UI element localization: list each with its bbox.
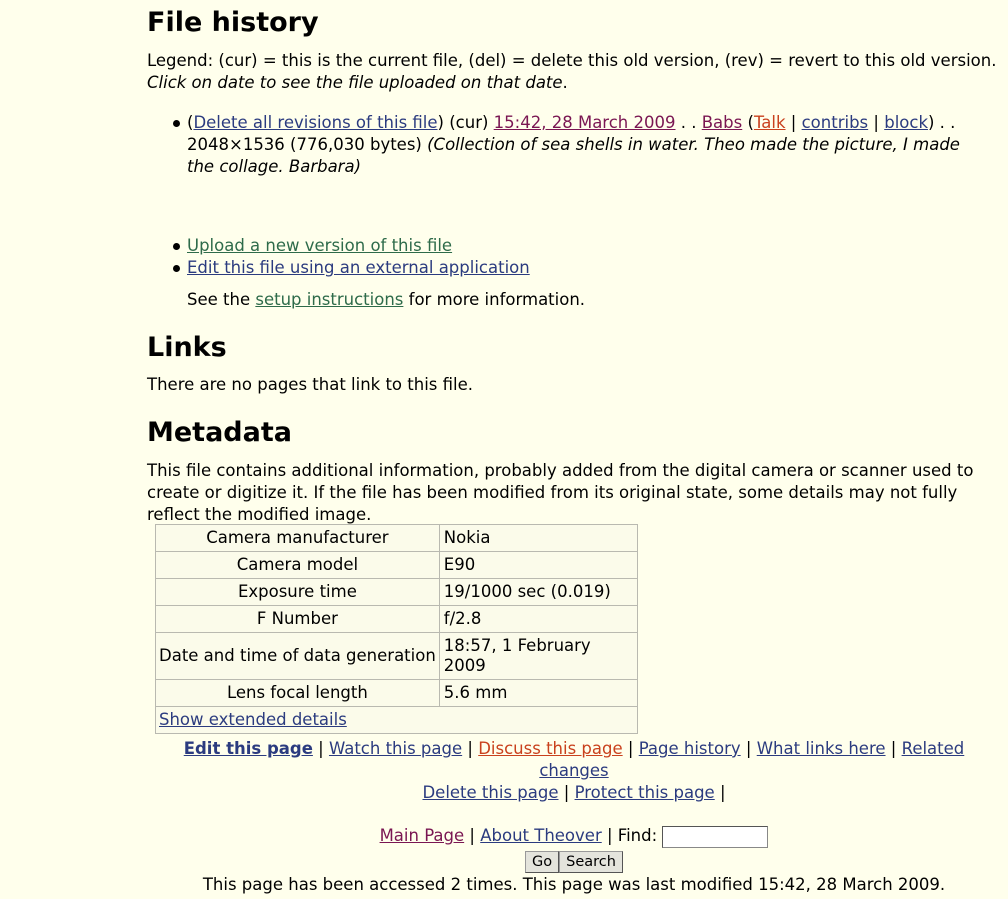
hint-paragraph: Click on date to see the file uploaded o… <box>147 72 568 94</box>
upload-new-version-link[interactable]: Upload a new version of this file <box>187 236 452 255</box>
links-text: There are no pages that link to this fil… <box>147 375 473 394</box>
table-row: Date and time of data generation 18:57, … <box>155 632 638 680</box>
show-extended-details-link[interactable]: Show extended details <box>159 710 347 729</box>
pipe: | <box>885 739 902 758</box>
pipe: | <box>558 783 575 802</box>
metadata-table: Camera manufacturer Nokia Camera model E… <box>155 524 638 734</box>
legend-text: Legend: (cur) = this is the current file… <box>147 51 997 70</box>
setup-instructions-link[interactable]: setup instructions <box>255 290 403 309</box>
links-heading: Links <box>147 332 227 363</box>
table-row: Show extended details <box>155 706 638 734</box>
metadata-value: 5.6 mm <box>438 679 638 707</box>
paren-open-2: ( <box>742 113 754 132</box>
search-button[interactable]: Search <box>559 850 623 873</box>
user-contribs-link[interactable]: contribs <box>802 113 869 132</box>
pipe: | <box>462 739 479 758</box>
find-input[interactable] <box>662 825 769 848</box>
metadata-value: 19/1000 sec (0.019) <box>438 578 638 606</box>
metadata-value: E90 <box>438 551 638 579</box>
page-history-link[interactable]: Page history <box>639 739 741 758</box>
setup-suffix: for more information. <box>403 290 586 309</box>
pipe: | <box>740 739 757 758</box>
show-extended-cell: Show extended details <box>155 706 638 734</box>
go-button[interactable]: Go <box>525 850 560 873</box>
pipe: | <box>714 783 726 802</box>
delete-all-revisions-link[interactable]: Delete all revisions of this file <box>193 113 437 132</box>
metadata-heading: Metadata <box>147 417 292 448</box>
upload-new-version-item: Upload a new version of this file <box>147 235 530 257</box>
access-text: This page has been accessed 2 times. Thi… <box>202 875 946 894</box>
pipe: | <box>312 739 329 758</box>
file-history-heading: File history <box>147 7 319 38</box>
pipe: | <box>622 739 639 758</box>
setup-prefix: See the <box>187 290 256 309</box>
user-link[interactable]: Babs <box>702 113 743 132</box>
table-row: Exposure time 19/1000 sec (0.019) <box>155 578 638 606</box>
entry-close: ) . . <box>928 113 956 132</box>
watch-page-link[interactable]: Watch this page <box>329 739 462 758</box>
edit-page-link[interactable]: Edit this page <box>184 739 313 758</box>
metadata-key: Date and time of data generation <box>155 632 440 680</box>
search-buttons: Go Search <box>140 850 1008 873</box>
entry-separator: . . <box>675 113 702 132</box>
metadata-key: Camera manufacturer <box>155 524 440 552</box>
delete-page-link[interactable]: Delete this page <box>422 783 558 802</box>
table-row: F Number f/2.8 <box>155 605 638 633</box>
metadata-intro: This file contains additional informatio… <box>147 461 974 524</box>
hint-period: . <box>562 73 568 92</box>
user-block-link[interactable]: block <box>884 113 928 132</box>
protect-page-link[interactable]: Protect this page <box>575 783 715 802</box>
metadata-key: Camera model <box>155 551 440 579</box>
pipe: | <box>601 826 618 845</box>
pipe: | <box>464 826 481 845</box>
table-row: Lens focal length 5.6 mm <box>155 679 638 707</box>
file-history-entry: ( Delete all revisions of this file) (cur… <box>147 112 987 178</box>
page-footer-actions: Edit this page | Watch this page | Discu… <box>140 738 1008 804</box>
setup-instructions-text: See the setup instructions for more info… <box>187 289 585 311</box>
metadata-value: f/2.8 <box>438 605 638 633</box>
metadata-value: 18:57, 1 February 2009 <box>438 632 638 680</box>
metadata-key: Lens focal length <box>155 679 440 707</box>
table-row: Camera manufacturer Nokia <box>155 524 638 552</box>
main-page-link[interactable]: Main Page <box>380 826 465 845</box>
cur-label: ) (cur) <box>437 113 494 132</box>
pipe-1: | <box>785 113 802 132</box>
metadata-key: F Number <box>155 605 440 633</box>
metadata-key: Exposure time <box>155 578 440 606</box>
file-dimensions: 2048×1536 (776,030 bytes) <box>187 135 422 154</box>
access-info: This page has been accessed 2 times. Thi… <box>0 874 1008 896</box>
file-history-list: ( Delete all revisions of this file) (cur… <box>147 112 987 178</box>
metadata-value: Nokia <box>438 524 638 552</box>
edit-external-link[interactable]: Edit this file using an external applica… <box>187 258 530 277</box>
hint-text: Click on date to see the file uploaded o… <box>147 73 563 92</box>
discuss-page-link[interactable]: Discuss this page <box>478 739 622 758</box>
file-actions-list: Upload a new version of this file Edit t… <box>147 235 530 279</box>
revision-date-link[interactable]: 15:42, 28 March 2009 <box>494 113 676 132</box>
edit-external-item: Edit this file using an external applica… <box>147 257 530 279</box>
user-talk-link[interactable]: Talk <box>754 113 786 132</box>
footer-actions-line: Edit this page | Watch this page | Discu… <box>174 738 974 804</box>
pipe-2: | <box>868 113 885 132</box>
find-label: Find: <box>617 826 658 845</box>
about-link[interactable]: About Theover <box>480 826 602 845</box>
table-row: Camera model E90 <box>155 551 638 579</box>
what-links-here-link[interactable]: What links here <box>757 739 886 758</box>
page-footer-nav: Main Page | About Theover | Find: Go Sear… <box>140 825 1008 873</box>
